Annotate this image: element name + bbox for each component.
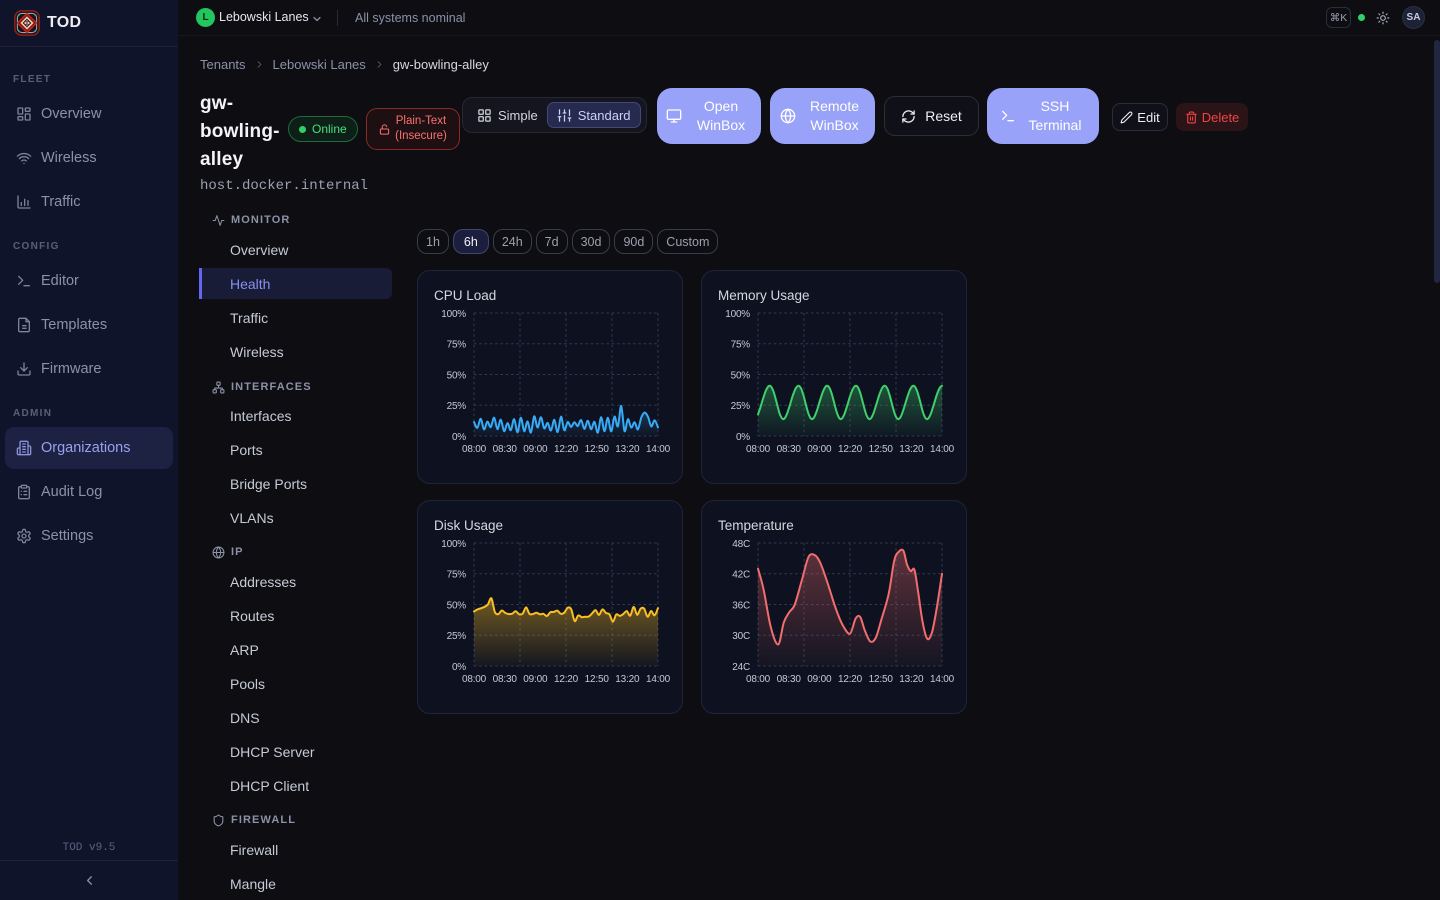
svg-text:14:00: 14:00 xyxy=(930,674,955,685)
svg-text:25%: 25% xyxy=(731,401,751,412)
svg-text:14:00: 14:00 xyxy=(646,444,671,455)
svg-text:14:00: 14:00 xyxy=(930,444,955,455)
svg-text:13:20: 13:20 xyxy=(615,674,640,685)
svg-text:08:00: 08:00 xyxy=(746,444,771,455)
svg-text:08:30: 08:30 xyxy=(493,444,518,455)
svg-text:25%: 25% xyxy=(447,401,467,412)
svg-text:25%: 25% xyxy=(447,631,467,642)
svg-text:08:30: 08:30 xyxy=(777,444,802,455)
svg-text:50%: 50% xyxy=(447,371,467,382)
svg-text:09:00: 09:00 xyxy=(807,444,832,455)
svg-text:50%: 50% xyxy=(731,371,751,382)
svg-text:100%: 100% xyxy=(441,539,466,550)
svg-text:13:20: 13:20 xyxy=(899,444,924,455)
svg-text:0%: 0% xyxy=(452,432,466,443)
svg-text:100%: 100% xyxy=(725,309,750,320)
svg-text:48C: 48C xyxy=(732,539,750,550)
svg-text:75%: 75% xyxy=(447,340,467,351)
svg-text:12:20: 12:20 xyxy=(838,444,863,455)
svg-text:24C: 24C xyxy=(732,662,750,673)
svg-text:08:30: 08:30 xyxy=(777,674,802,685)
svg-text:14:00: 14:00 xyxy=(646,674,671,685)
svg-text:09:00: 09:00 xyxy=(523,674,548,685)
svg-text:12:50: 12:50 xyxy=(585,444,610,455)
svg-text:0%: 0% xyxy=(736,432,750,443)
svg-text:75%: 75% xyxy=(731,340,751,351)
svg-text:08:00: 08:00 xyxy=(462,444,487,455)
svg-text:13:20: 13:20 xyxy=(615,444,640,455)
svg-text:08:30: 08:30 xyxy=(493,674,518,685)
svg-text:08:00: 08:00 xyxy=(746,674,771,685)
svg-text:0%: 0% xyxy=(452,662,466,673)
svg-text:100%: 100% xyxy=(441,309,466,320)
svg-text:30C: 30C xyxy=(732,631,750,642)
svg-text:75%: 75% xyxy=(447,570,467,581)
svg-text:12:20: 12:20 xyxy=(554,674,579,685)
svg-text:12:20: 12:20 xyxy=(554,444,579,455)
svg-text:08:00: 08:00 xyxy=(462,674,487,685)
svg-text:50%: 50% xyxy=(447,601,467,612)
svg-text:09:00: 09:00 xyxy=(523,444,548,455)
svg-text:12:50: 12:50 xyxy=(585,674,610,685)
svg-text:42C: 42C xyxy=(732,570,750,581)
svg-text:36C: 36C xyxy=(732,601,750,612)
svg-text:12:20: 12:20 xyxy=(838,674,863,685)
svg-text:12:50: 12:50 xyxy=(869,674,894,685)
svg-text:13:20: 13:20 xyxy=(899,674,924,685)
svg-text:09:00: 09:00 xyxy=(807,674,832,685)
svg-text:12:50: 12:50 xyxy=(869,444,894,455)
